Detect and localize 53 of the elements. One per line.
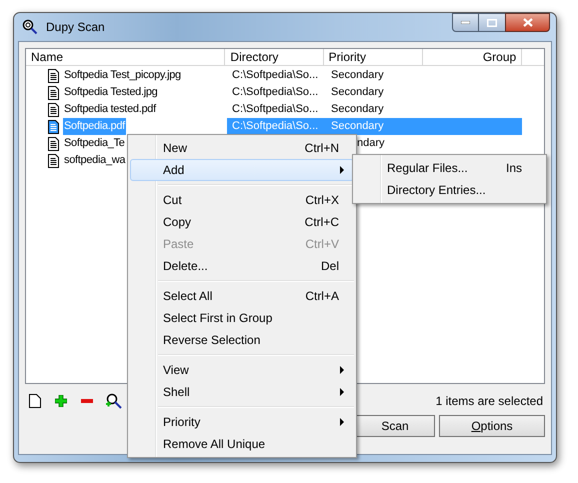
window-title: Dupy Scan xyxy=(46,19,106,36)
table-cell: Secondary xyxy=(331,103,384,115)
file-name[interactable]: Softpedia_Te xyxy=(63,135,126,152)
submenu-arrow-icon xyxy=(340,388,345,396)
maximize-button[interactable] xyxy=(479,13,505,32)
menu-item[interactable]: Select All Ctrl+A xyxy=(130,285,354,307)
column-header[interactable]: Priority xyxy=(324,49,423,66)
table-cell: Secondary xyxy=(331,86,384,98)
column-header[interactable]: Directory xyxy=(225,49,324,66)
menu-item[interactable]: View xyxy=(130,359,354,381)
minimize-icon xyxy=(461,21,470,24)
close-icon xyxy=(522,18,532,27)
table-cell: C:\Softpedia\So... xyxy=(232,86,318,98)
menu-item[interactable]: Directory Entries... xyxy=(355,179,544,201)
menu-item[interactable]: Cut Ctrl+X xyxy=(130,189,354,211)
table-cell: Secondary xyxy=(331,120,384,132)
submenu-arrow-icon xyxy=(340,366,345,374)
file-name[interactable]: Softpedia tested.pdf xyxy=(63,101,157,118)
magnifier-icon xyxy=(22,19,38,35)
menu-item[interactable]: Select First in Group xyxy=(130,307,354,329)
plus-icon[interactable] xyxy=(55,395,67,407)
file-name[interactable]: Softpedia Test_picopy.jpg xyxy=(63,67,182,84)
menu-item[interactable]: Shell xyxy=(130,381,354,403)
menu-item[interactable]: Copy Ctrl+C xyxy=(130,211,354,233)
file-name[interactable]: softpedia_wa xyxy=(63,152,126,169)
menu-item[interactable]: Delete... Del xyxy=(130,255,354,277)
column-header[interactable]: Group xyxy=(422,49,522,66)
table-cell: C:\Softpedia\So... xyxy=(232,120,318,132)
menu-item[interactable]: Reverse Selection xyxy=(130,329,354,351)
table-cell: C:\Softpedia\So... xyxy=(232,103,318,115)
file-name[interactable]: Softpedia Tested.jpg xyxy=(63,84,158,101)
minimize-button[interactable] xyxy=(452,13,479,32)
table-cell: ndary xyxy=(357,137,385,149)
document-icon xyxy=(48,154,59,168)
document-icon xyxy=(48,120,59,134)
column-header[interactable]: Name xyxy=(26,49,226,66)
submenu-arrow-icon xyxy=(340,166,345,174)
document-icon xyxy=(48,136,59,150)
document-icon xyxy=(48,68,59,82)
table-cell: C:\Softpedia\So... xyxy=(232,69,318,81)
menu-item[interactable]: New Ctrl+N xyxy=(130,137,354,159)
document-icon xyxy=(48,102,59,116)
new-document-icon[interactable] xyxy=(29,394,41,408)
options-button[interactable]: Options xyxy=(439,415,545,437)
table-cell: Secondary xyxy=(331,69,384,81)
menu-item[interactable]: Regular Files... Ins xyxy=(355,157,544,179)
menu-item[interactable]: Add xyxy=(130,159,354,181)
submenu-arrow-icon xyxy=(340,418,345,426)
search-icon[interactable] xyxy=(105,393,123,409)
status-text: 1 items are selected xyxy=(436,393,543,410)
document-icon xyxy=(48,86,59,100)
close-button[interactable] xyxy=(505,13,550,32)
maximize-icon xyxy=(487,18,497,26)
